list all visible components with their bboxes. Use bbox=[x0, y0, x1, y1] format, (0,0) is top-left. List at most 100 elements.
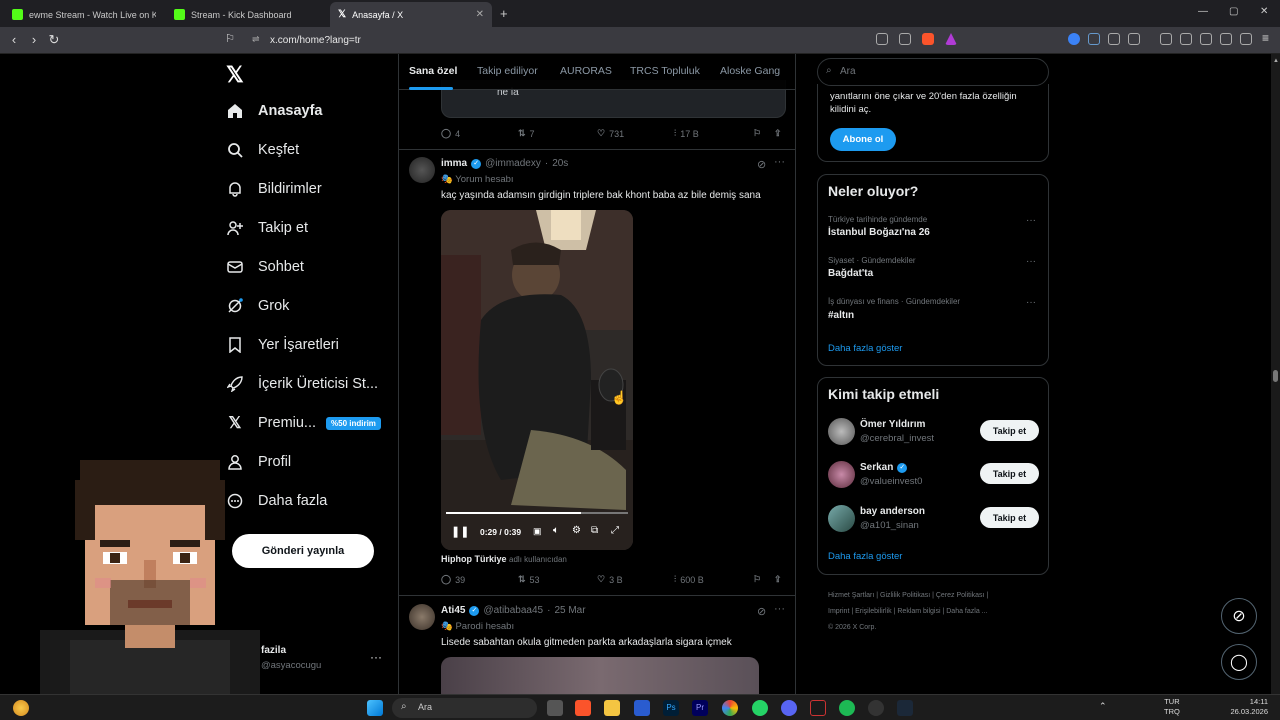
brave-shield-icon[interactable] bbox=[922, 33, 934, 45]
grok-explain-icon[interactable]: ⊘ bbox=[757, 605, 766, 618]
reload-icon[interactable]: ↻ bbox=[46, 32, 62, 48]
grok-fab-icon[interactable]: ⊘ bbox=[1221, 598, 1257, 634]
like-button[interactable]: ♡ 3 B bbox=[597, 574, 623, 585]
tab-trcs-topluluk[interactable]: TRCS Topluluk bbox=[630, 65, 700, 77]
nav-item-bookmarks[interactable]: Yer İşaretleri bbox=[226, 336, 339, 354]
brave-icon[interactable] bbox=[575, 700, 591, 716]
pause-icon[interactable]: ❚❚ bbox=[451, 525, 469, 538]
nav-item-grok[interactable]: Grok bbox=[226, 297, 289, 315]
follow-show-more-link[interactable]: Daha fazla göster bbox=[828, 551, 902, 562]
maximize-icon[interactable]: ▢ bbox=[1229, 6, 1238, 17]
trend-name[interactable]: #altın bbox=[828, 310, 854, 321]
back-icon[interactable]: ‹ bbox=[6, 32, 22, 47]
vpn-icon[interactable] bbox=[1240, 33, 1252, 45]
video-source-name[interactable]: Hiphop Türkiye bbox=[441, 554, 507, 564]
close-window-icon[interactable]: ✕ bbox=[1260, 6, 1268, 17]
puzzle-icon[interactable] bbox=[1108, 33, 1120, 45]
trend-more-icon[interactable]: ··· bbox=[1026, 256, 1036, 267]
app-icon[interactable] bbox=[810, 700, 826, 716]
tab-auroras[interactable]: AURORAS bbox=[560, 65, 612, 77]
follow-button[interactable]: Takip et bbox=[980, 420, 1039, 441]
settings-icon[interactable]: ⚙ bbox=[572, 525, 581, 536]
new-tab-icon[interactable]: + bbox=[500, 6, 508, 21]
taskbar-search[interactable]: ⌕ Ara bbox=[392, 698, 537, 718]
views-button[interactable]: ⫶ 17 B bbox=[674, 128, 699, 139]
trend-name[interactable]: İstanbul Boğazı'na 26 bbox=[828, 227, 930, 238]
x-logo-icon[interactable]: 𝕏 bbox=[226, 62, 244, 88]
tab-following[interactable]: Takip ediliyor bbox=[477, 65, 538, 77]
tab-for-you[interactable]: Sana özel bbox=[409, 65, 457, 77]
chat-fab-icon[interactable]: ◯ bbox=[1221, 644, 1257, 680]
wallet-icon[interactable] bbox=[1200, 33, 1212, 45]
bookmark-page-icon[interactable]: ⚐ bbox=[222, 32, 238, 45]
scrollbar-thumb[interactable] bbox=[1273, 370, 1278, 382]
tweet-author-name[interactable]: imma bbox=[441, 158, 467, 169]
search-input[interactable]: ⌕ Ara bbox=[817, 58, 1049, 86]
tweet-video[interactable]: ❚❚ 0:29 / 0:39 ▣ 🔈︎ ⚙ ⧉ ⤢ bbox=[441, 210, 633, 550]
trend-name[interactable]: Bağdat'ta bbox=[828, 268, 873, 279]
store-icon[interactable] bbox=[634, 700, 650, 716]
task-view-icon[interactable] bbox=[547, 700, 563, 716]
bookmark-button[interactable]: ⚐ bbox=[753, 128, 761, 139]
repost-button[interactable]: ⇅ 7 bbox=[518, 128, 535, 139]
bookmark-button[interactable]: ⚐ bbox=[753, 574, 761, 585]
nav-item-notifications[interactable]: Bildirimler bbox=[226, 180, 322, 198]
tweet-author-handle[interactable]: @atibabaa45 bbox=[483, 605, 543, 616]
audio-icon[interactable] bbox=[1088, 33, 1100, 45]
browser-tab-kick-dashboard[interactable]: Stream - Kick Dashboard bbox=[166, 2, 326, 27]
tweet-author-handle[interactable]: @immadexy bbox=[485, 158, 541, 169]
follow-avatar[interactable] bbox=[828, 418, 855, 445]
grok-explain-icon[interactable]: ⊘ bbox=[757, 158, 766, 171]
app-icon[interactable] bbox=[868, 700, 884, 716]
nav-item-follow[interactable]: Takip et bbox=[226, 219, 308, 237]
spotify-icon[interactable] bbox=[839, 700, 855, 716]
music-icon[interactable] bbox=[1160, 33, 1172, 45]
url-field[interactable]: ⇌ x.com/home?lang=tr bbox=[246, 31, 966, 50]
tweet-more-icon[interactable]: ··· bbox=[774, 603, 785, 615]
screenshot-icon[interactable] bbox=[1128, 33, 1140, 45]
trends-show-more-link[interactable]: Daha fazla göster bbox=[828, 343, 902, 354]
premiere-icon[interactable]: Pr bbox=[692, 700, 708, 716]
tweet-media[interactable] bbox=[441, 657, 759, 694]
sidebar-icon[interactable] bbox=[1180, 33, 1192, 45]
screen-icon[interactable] bbox=[876, 33, 888, 45]
account-menu-icon[interactable]: ··· bbox=[370, 650, 382, 664]
extension-icon[interactable] bbox=[1068, 33, 1080, 45]
tweet-time[interactable]: 20s bbox=[552, 158, 568, 169]
trend-more-icon[interactable]: ··· bbox=[1026, 297, 1036, 308]
follow-button[interactable]: Takip et bbox=[980, 463, 1039, 484]
nav-item-creator-studio[interactable]: İçerik Üreticisi St... bbox=[226, 375, 378, 393]
reply-button[interactable]: ◯ 4 bbox=[441, 128, 460, 139]
repost-button[interactable]: ⇅ 53 bbox=[518, 574, 540, 585]
close-tab-icon[interactable]: ✕ bbox=[476, 9, 484, 20]
tweet-author-name[interactable]: Ati45 bbox=[441, 605, 465, 616]
discord-icon[interactable] bbox=[781, 700, 797, 716]
tweet-avatar[interactable] bbox=[409, 604, 435, 630]
follow-name[interactable]: Ömer Yıldırım bbox=[860, 419, 925, 430]
reply-button[interactable]: ◯ 39 bbox=[441, 574, 465, 585]
follow-avatar[interactable] bbox=[828, 461, 855, 488]
tweet-more-icon[interactable]: ··· bbox=[774, 156, 785, 168]
share-button[interactable]: ⇪ bbox=[774, 574, 782, 585]
whatsapp-icon[interactable] bbox=[752, 700, 768, 716]
views-button[interactable]: ⫶ 600 B bbox=[674, 574, 704, 585]
footer-line[interactable]: Hizmet Şartları | Gizlilik Politikası | … bbox=[828, 588, 1048, 604]
steam-icon[interactable] bbox=[897, 700, 913, 716]
post-button[interactable]: Gönderi yayınla bbox=[232, 534, 374, 568]
browser-tab-x[interactable]: 𝕏 Anasayfa / X ✕ bbox=[330, 2, 492, 27]
forward-icon[interactable]: › bbox=[26, 32, 42, 47]
fullscreen-icon[interactable]: ⤢ bbox=[611, 525, 619, 536]
tweet-avatar[interactable] bbox=[409, 157, 435, 183]
tab-aloske-gang[interactable]: Aloske Gang bbox=[720, 65, 780, 77]
photoshop-icon[interactable]: Ps bbox=[663, 700, 679, 716]
chrome-icon[interactable] bbox=[722, 700, 738, 716]
leo-icon[interactable] bbox=[1220, 33, 1232, 45]
footer-line[interactable]: Imprint | Erişilebilirlik | Reklam bilgi… bbox=[828, 604, 1048, 620]
volume-icon[interactable]: 🔈︎ bbox=[553, 525, 559, 536]
follow-name[interactable]: bay anderson bbox=[860, 506, 925, 517]
browser-tab-kick-stream[interactable]: ewme Stream - Watch Live on Ki bbox=[4, 2, 164, 27]
scrollbar[interactable]: ▲ bbox=[1271, 54, 1280, 694]
minimize-icon[interactable]: — bbox=[1198, 6, 1208, 17]
tweet-time[interactable]: 25 Mar bbox=[554, 605, 585, 616]
weather-icon[interactable] bbox=[13, 700, 29, 716]
